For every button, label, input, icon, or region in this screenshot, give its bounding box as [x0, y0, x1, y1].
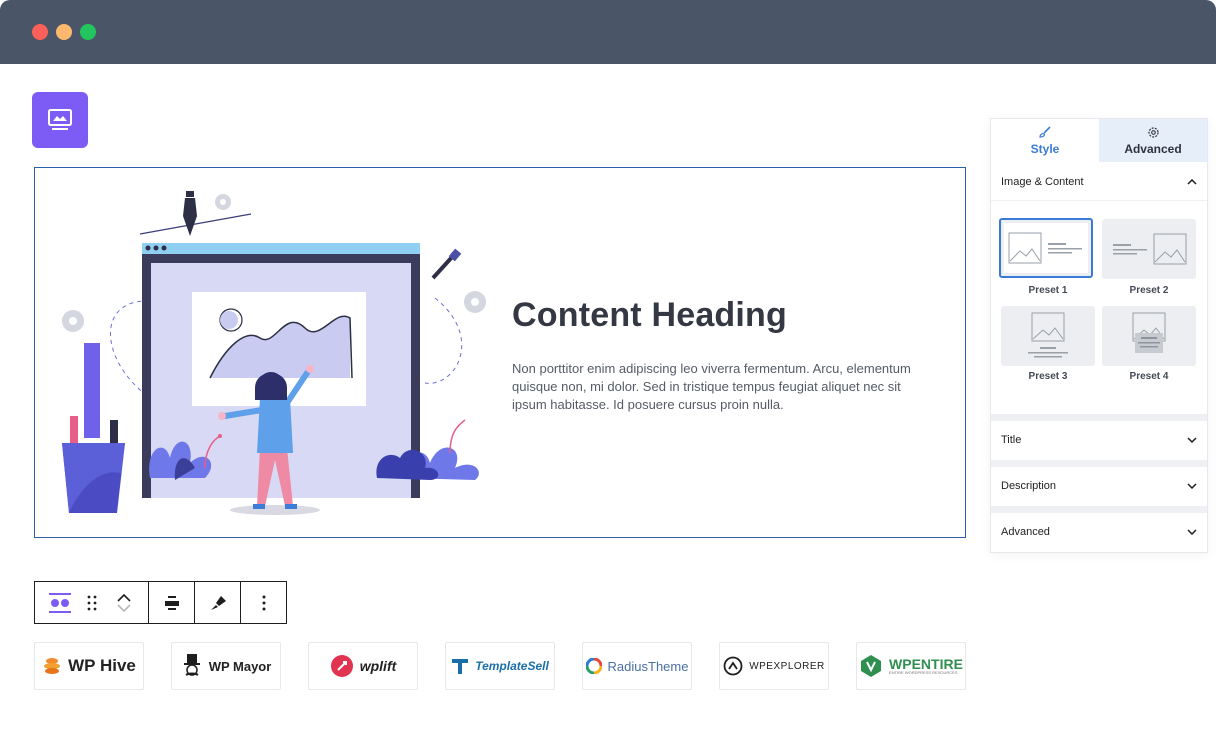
- monitor-image-icon: [48, 109, 72, 130]
- preset-1-label: Preset 1: [1028, 285, 1068, 296]
- tab-style[interactable]: Style: [991, 119, 1099, 162]
- partner-logos: WP Hive WP Mayor wplift TemplateSell Rad…: [34, 642, 966, 690]
- mayor-hat-icon: [183, 654, 200, 676]
- section-title-header[interactable]: Title: [991, 421, 1207, 459]
- preset-4-option[interactable]: [1102, 306, 1196, 366]
- image-content-block-icon[interactable]: [32, 92, 88, 148]
- section-title-label: Title: [1001, 434, 1022, 446]
- tab-style-label: Style: [1030, 142, 1060, 156]
- preset-2-option[interactable]: [1102, 219, 1196, 279]
- toolbar-group-style: [195, 582, 241, 623]
- logo-wpentire-text: WPENTIRE: [889, 656, 963, 672]
- chevron-down-icon: [1187, 529, 1197, 535]
- close-window-button[interactable]: [32, 24, 48, 40]
- block-type-button[interactable]: [44, 582, 76, 623]
- block-toolbar: [34, 581, 287, 624]
- logo-radiustheme: RadiusTheme: [582, 642, 692, 690]
- preset-1-thumbnail: [1008, 232, 1082, 264]
- preset-2-label: Preset 2: [1129, 285, 1169, 296]
- templatesell-icon: [452, 659, 469, 674]
- preset-3-label: Preset 3: [1028, 371, 1068, 382]
- logo-wpexplorer: WPEXPLORER: [719, 642, 829, 690]
- settings-tabs: Style Advanced: [991, 119, 1207, 162]
- logo-templatesell-text: TemplateSell: [475, 659, 549, 673]
- block-settings-panel: Style Advanced Image & Content Preset 1 …: [990, 118, 1208, 553]
- style-brush-button[interactable]: [202, 582, 234, 623]
- move-up-down-buttons[interactable]: [108, 582, 140, 623]
- section-image-content-header[interactable]: Image & Content: [991, 163, 1207, 201]
- logo-wp-mayor: WP Mayor: [171, 642, 281, 690]
- preset-1-option[interactable]: [999, 218, 1093, 278]
- align-button[interactable]: [156, 582, 188, 623]
- preset-2-thumbnail: [1113, 233, 1187, 265]
- gear-icon: [1147, 126, 1159, 138]
- preset-4-label: Preset 4: [1129, 371, 1169, 382]
- rocket-icon: [330, 655, 353, 677]
- drag-handle[interactable]: [76, 582, 108, 623]
- window-titlebar: [0, 0, 1216, 64]
- logo-wpentire: WPENTIRE ENTIRE WORDPRESS RESOURCES: [856, 642, 966, 690]
- logo-wplift: wplift: [308, 642, 418, 690]
- logo-wp-hive: WP Hive: [34, 642, 144, 690]
- section-description-label: Description: [1001, 480, 1057, 492]
- section-advanced-label: Advanced: [1001, 526, 1050, 538]
- brush-icon: [1039, 126, 1051, 138]
- align-center-icon: [164, 595, 179, 610]
- image-content-block[interactable]: Content Heading Non porttitor enim adipi…: [34, 167, 966, 538]
- chevron-down-icon: [1187, 437, 1197, 443]
- tab-advanced-label: Advanced: [1124, 141, 1182, 156]
- preset-3-thumbnail: [1028, 312, 1068, 358]
- radiustheme-icon: [585, 658, 602, 674]
- block-layout-icon: [48, 592, 71, 613]
- tab-advanced[interactable]: Advanced: [1099, 119, 1207, 162]
- designer-illustration: [62, 191, 486, 515]
- content-heading[interactable]: Content Heading: [512, 296, 787, 335]
- toolbar-group-align: [149, 582, 195, 623]
- section-divider: [991, 460, 1207, 467]
- more-options-button[interactable]: [248, 582, 280, 623]
- chevron-down-icon: [1187, 483, 1197, 489]
- section-advanced-header[interactable]: Advanced: [991, 513, 1207, 551]
- preset-4-thumbnail: [1132, 312, 1166, 353]
- toolbar-group-block: [35, 582, 149, 623]
- chevron-up-icon: [1187, 178, 1197, 185]
- logo-radiustheme-text: RadiusTheme: [607, 658, 689, 674]
- toolbar-group-more: [241, 582, 286, 623]
- hive-icon: [44, 658, 61, 674]
- paint-brush-icon: [210, 595, 226, 610]
- drag-dots-icon: [87, 595, 96, 610]
- section-image-content-title: Image & Content: [1001, 175, 1084, 188]
- content-description[interactable]: Non porttitor enim adipiscing leo viverr…: [512, 360, 932, 414]
- logo-templatesell: TemplateSell: [445, 642, 555, 690]
- logo-wpentire-subtext: ENTIRE WORDPRESS RESOURCES: [889, 670, 958, 675]
- logo-wpexplorer-text: WPEXPLORER: [749, 660, 825, 672]
- logo-wp-mayor-text: WP Mayor: [208, 658, 272, 674]
- chevron-up-icon[interactable]: [116, 593, 131, 602]
- more-vertical-icon: [262, 595, 265, 610]
- section-divider: [991, 414, 1207, 421]
- logo-wplift-text: wplift: [359, 658, 397, 674]
- section-description-header[interactable]: Description: [991, 467, 1207, 505]
- preset-3-option[interactable]: [1001, 306, 1095, 366]
- wpentire-icon: [861, 655, 882, 677]
- minimize-window-button[interactable]: [56, 24, 72, 40]
- logo-wp-hive-text: WP Hive: [68, 656, 136, 675]
- maximize-window-button[interactable]: [80, 24, 96, 40]
- section-divider: [991, 506, 1207, 513]
- chevron-down-icon[interactable]: [116, 603, 131, 612]
- wpexplorer-icon: [723, 656, 743, 676]
